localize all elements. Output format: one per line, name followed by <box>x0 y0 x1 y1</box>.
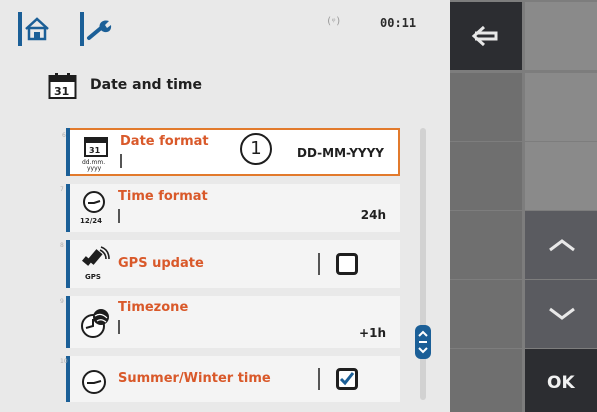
back-arrow-icon <box>471 25 498 47</box>
timezone-globe-icon <box>81 309 109 338</box>
svg-text:yyyy: yyyy <box>87 165 102 172</box>
softkey-panel: OK <box>450 0 597 412</box>
scroll-up-button[interactable] <box>525 211 597 279</box>
row-label: Summer/Winter time <box>118 371 271 386</box>
row-label: Timezone <box>118 300 189 315</box>
setting-row-time-format[interactable]: 7 12/24 Time format 24h <box>60 184 400 232</box>
clock-12-24-icon: 12/24 <box>80 191 105 225</box>
row-edge <box>66 128 70 176</box>
row-edge <box>66 240 70 288</box>
home-button[interactable] <box>18 12 54 46</box>
svg-text:12/24: 12/24 <box>80 217 102 225</box>
scrollbar-thumb[interactable] <box>414 324 432 360</box>
separator <box>318 253 320 275</box>
ok-label: OK <box>547 373 575 393</box>
row-edge <box>66 184 70 232</box>
row-number: 8 <box>60 242 64 249</box>
separator <box>318 368 320 390</box>
checkmark-icon <box>339 372 355 386</box>
summer-winter-checkbox[interactable] <box>336 368 358 390</box>
softkey-slot[interactable] <box>525 142 597 210</box>
setting-row-gps-update[interactable]: 8 GPS GPS update <box>60 240 400 288</box>
row-value: 24h <box>360 208 386 222</box>
top-bar: (ᵠ) 00:11 <box>0 0 450 52</box>
row-label: GPS update <box>118 256 204 271</box>
setting-row-date-format[interactable]: 6 31 dd.mm. yyyy Date format 1 DD-MM-YYY… <box>62 128 400 176</box>
svg-text:31: 31 <box>89 146 101 155</box>
text-cursor <box>118 209 120 223</box>
clock-time: 00:11 <box>380 16 417 30</box>
softkey-slot[interactable] <box>525 73 597 141</box>
row-number: 10 <box>60 358 68 365</box>
row-number: 6 <box>62 132 66 139</box>
settings-button-edge <box>80 12 84 46</box>
signal-indicator: (ᵠ) <box>326 16 342 27</box>
text-cursor <box>120 154 122 168</box>
chevron-down-icon <box>549 307 575 320</box>
calendar-format-icon: 31 dd.mm. yyyy <box>82 137 108 172</box>
wrench-icon <box>87 20 112 40</box>
svg-text:GPS: GPS <box>85 273 101 281</box>
settings-button[interactable] <box>80 12 116 46</box>
chevron-up-icon <box>549 239 575 252</box>
scroll-down-button[interactable] <box>525 280 597 348</box>
page-heading: 31 Date and time <box>48 72 348 100</box>
row-number: 9 <box>60 298 64 305</box>
ok-button[interactable]: OK <box>525 349 597 412</box>
softkey-slot[interactable] <box>450 73 522 141</box>
home-icon <box>25 17 49 41</box>
setting-row-timezone[interactable]: 9 Timezone +1h <box>60 296 400 348</box>
softkey-slot[interactable] <box>450 142 522 210</box>
gps-update-checkbox[interactable] <box>336 253 358 275</box>
back-button[interactable] <box>450 2 522 70</box>
softkey-slot[interactable] <box>450 349 522 412</box>
softkey-slot[interactable] <box>450 280 522 348</box>
row-label: Time format <box>118 189 208 204</box>
row-value: +1h <box>359 326 386 340</box>
callout-marker: 1 <box>240 133 272 165</box>
home-button-edge <box>18 12 22 46</box>
softkey-slot[interactable] <box>525 2 597 70</box>
setting-row-summer-winter-time[interactable]: 10 Summer/Winter time <box>60 356 400 402</box>
calendar-icon-text: 31 <box>54 85 69 98</box>
row-value: DD-MM-YYYY <box>297 146 384 160</box>
gps-satellite-icon: GPS <box>82 246 110 281</box>
page-title: Date and time <box>90 77 203 93</box>
calendar-icon: 31 <box>48 73 77 99</box>
clock-icon <box>82 370 106 394</box>
main-area: (ᵠ) 00:11 31 Date and time 6 31 dd.mm. y… <box>0 0 450 412</box>
row-label: Date format <box>120 134 209 149</box>
softkey-slot[interactable] <box>450 211 522 279</box>
text-cursor <box>118 320 120 334</box>
row-edge <box>66 296 70 348</box>
row-number: 7 <box>60 186 64 193</box>
